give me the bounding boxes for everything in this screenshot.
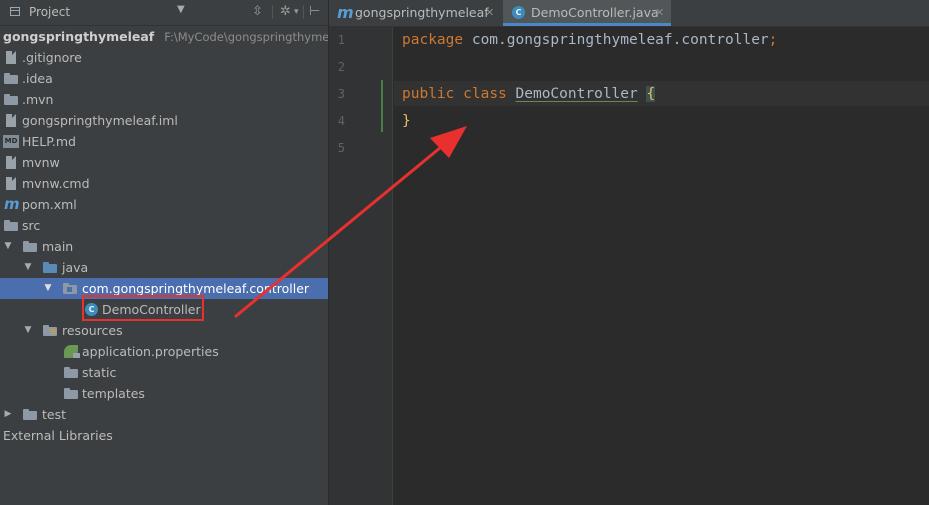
annotation-highlight-box (82, 295, 204, 321)
vcs-change-marker (381, 80, 383, 132)
collapse-arrow-icon[interactable]: ▶ (3, 404, 13, 425)
file-icon (6, 51, 16, 64)
folder-icon (4, 220, 18, 231)
gear-icon[interactable]: ✲ (280, 4, 291, 19)
tree-item-label: gongspringthymeleaf.iml (22, 113, 178, 128)
tree-item-label: .gitignore (22, 50, 82, 65)
tree-item-mvnw[interactable]: mvnw (0, 152, 328, 173)
folder-icon (4, 73, 18, 84)
line-number: 1 (337, 33, 345, 47)
tab-demo-controller[interactable]: C DemoController.java ✕ (503, 0, 671, 26)
line-number: 3 (337, 87, 345, 101)
open-brace: { (646, 86, 656, 102)
header-separator (303, 5, 304, 19)
keyword-package: package (402, 32, 464, 48)
tree-item-iml[interactable]: gongspringthymeleaf.iml (0, 110, 328, 131)
tree-item-main[interactable]: ▼ main (0, 236, 328, 257)
tree-item-idea[interactable]: .idea (0, 68, 328, 89)
project-icon (10, 7, 20, 16)
maven-icon: m (4, 195, 20, 213)
tree-item-static[interactable]: static (0, 362, 328, 383)
tree-item-help-md[interactable]: MD HELP.md (0, 131, 328, 152)
maven-icon: m (337, 3, 354, 22)
tree-item-src[interactable]: src (0, 215, 328, 236)
tree-item-label: .idea (22, 71, 53, 86)
tree-item-label: mvnw (22, 155, 60, 170)
tree-item-pom-xml[interactable]: m pom.xml (0, 194, 328, 215)
tree-item-external-libraries[interactable]: External Libraries (0, 425, 328, 446)
tree-item-label: application.properties (82, 344, 219, 359)
collapse-all-icon[interactable]: ⇳ (252, 4, 263, 19)
folder-icon (64, 388, 78, 399)
file-icon (6, 177, 16, 190)
tree-item-resources[interactable]: ▼ resources (0, 320, 328, 341)
tree-item-label: resources (62, 323, 123, 338)
tab-gongspringthymeleaf[interactable]: m gongspringthymeleaf ✕ (329, 0, 501, 26)
project-tool-window: Project ▼ ⇳ ✲ ▾ ⊢ gongspringthymeleaf F:\… (0, 0, 328, 505)
expand-arrow-icon[interactable]: ▼ (3, 236, 13, 257)
tree-item-templates[interactable]: templates (0, 383, 328, 404)
keyword-class: class (463, 86, 507, 102)
markdown-icon: MD (3, 135, 19, 148)
header-separator (272, 5, 273, 19)
keyword-public: public (402, 86, 455, 102)
tree-item-label: HELP.md (22, 134, 76, 149)
view-mode-dropdown-icon[interactable]: ▼ (177, 4, 185, 15)
semicolon: ; (768, 32, 778, 48)
tree-item-java[interactable]: ▼ java (0, 257, 328, 278)
gear-dropdown-icon[interactable]: ▾ (294, 7, 299, 17)
code-line-1: package com.gongspringthymeleaf.controll… (402, 27, 777, 54)
tree-item-label: External Libraries (3, 428, 113, 443)
editor-tab-bar: m gongspringthymeleaf ✕ C DemoController… (329, 0, 929, 27)
folder-icon (4, 94, 18, 105)
resources-folder-icon (43, 325, 57, 336)
tree-item-label: mvnw.cmd (22, 176, 90, 191)
tree-item-label: main (42, 239, 74, 254)
tree-item-label: java (62, 260, 89, 275)
file-icon (6, 156, 16, 169)
line-number-gutter: 1 2 3 4 5 (329, 27, 393, 505)
line-number: 4 (337, 114, 345, 128)
folder-icon (64, 367, 78, 378)
folder-icon (23, 241, 37, 252)
close-icon[interactable]: ✕ (655, 0, 664, 26)
tab-label: DemoController.java (531, 5, 659, 20)
folder-icon (23, 409, 37, 420)
tree-item-label: .mvn (22, 92, 54, 107)
project-panel-header: Project ▼ ⇳ ✲ ▾ ⊢ (0, 0, 328, 26)
tree-item-mvn[interactable]: .mvn (0, 89, 328, 110)
code-line-3: public class DemoController { (402, 81, 656, 108)
close-icon[interactable]: ✕ (485, 0, 494, 26)
tab-label: gongspringthymeleaf (355, 5, 489, 20)
tree-item-label: pom.xml (22, 197, 77, 212)
spring-properties-icon (64, 345, 80, 358)
package-name: com.gongspringthymeleaf.controller (471, 32, 769, 48)
tree-item-mvnw-cmd[interactable]: mvnw.cmd (0, 173, 328, 194)
tree-item-root[interactable]: gongspringthymeleaf F:\MyCode\gongspringt… (0, 26, 328, 47)
expand-arrow-icon[interactable]: ▼ (23, 257, 33, 278)
tree-item-application-properties[interactable]: application.properties (0, 341, 328, 362)
line-number: 5 (337, 141, 345, 155)
tree-item-test[interactable]: ▶ test (0, 404, 328, 425)
class-icon: C (512, 6, 525, 19)
tree-item-label: src (22, 218, 41, 233)
hide-panel-icon[interactable]: ⊢ (309, 4, 320, 19)
project-panel-title[interactable]: Project (29, 5, 70, 19)
package-icon (63, 283, 77, 294)
tree-item-label: static (82, 365, 117, 380)
class-name: DemoController (515, 86, 638, 102)
code-line-4: } (402, 108, 411, 135)
tree-item-label: test (42, 407, 67, 422)
expand-arrow-icon[interactable]: ▼ (23, 320, 33, 341)
expand-arrow-icon[interactable]: ▼ (43, 278, 53, 299)
source-folder-icon (43, 262, 57, 273)
close-brace: } (402, 113, 411, 129)
file-icon (6, 114, 16, 127)
root-project-path: F:\MyCode\gongspringthymeleaf (164, 30, 328, 44)
tree-item-gitignore[interactable]: .gitignore (0, 47, 328, 68)
root-project-name: gongspringthymeleaf (3, 29, 155, 44)
code-editor[interactable]: package com.gongspringthymeleaf.controll… (394, 27, 929, 505)
line-number: 2 (337, 60, 345, 74)
tree-item-label: templates (82, 386, 145, 401)
